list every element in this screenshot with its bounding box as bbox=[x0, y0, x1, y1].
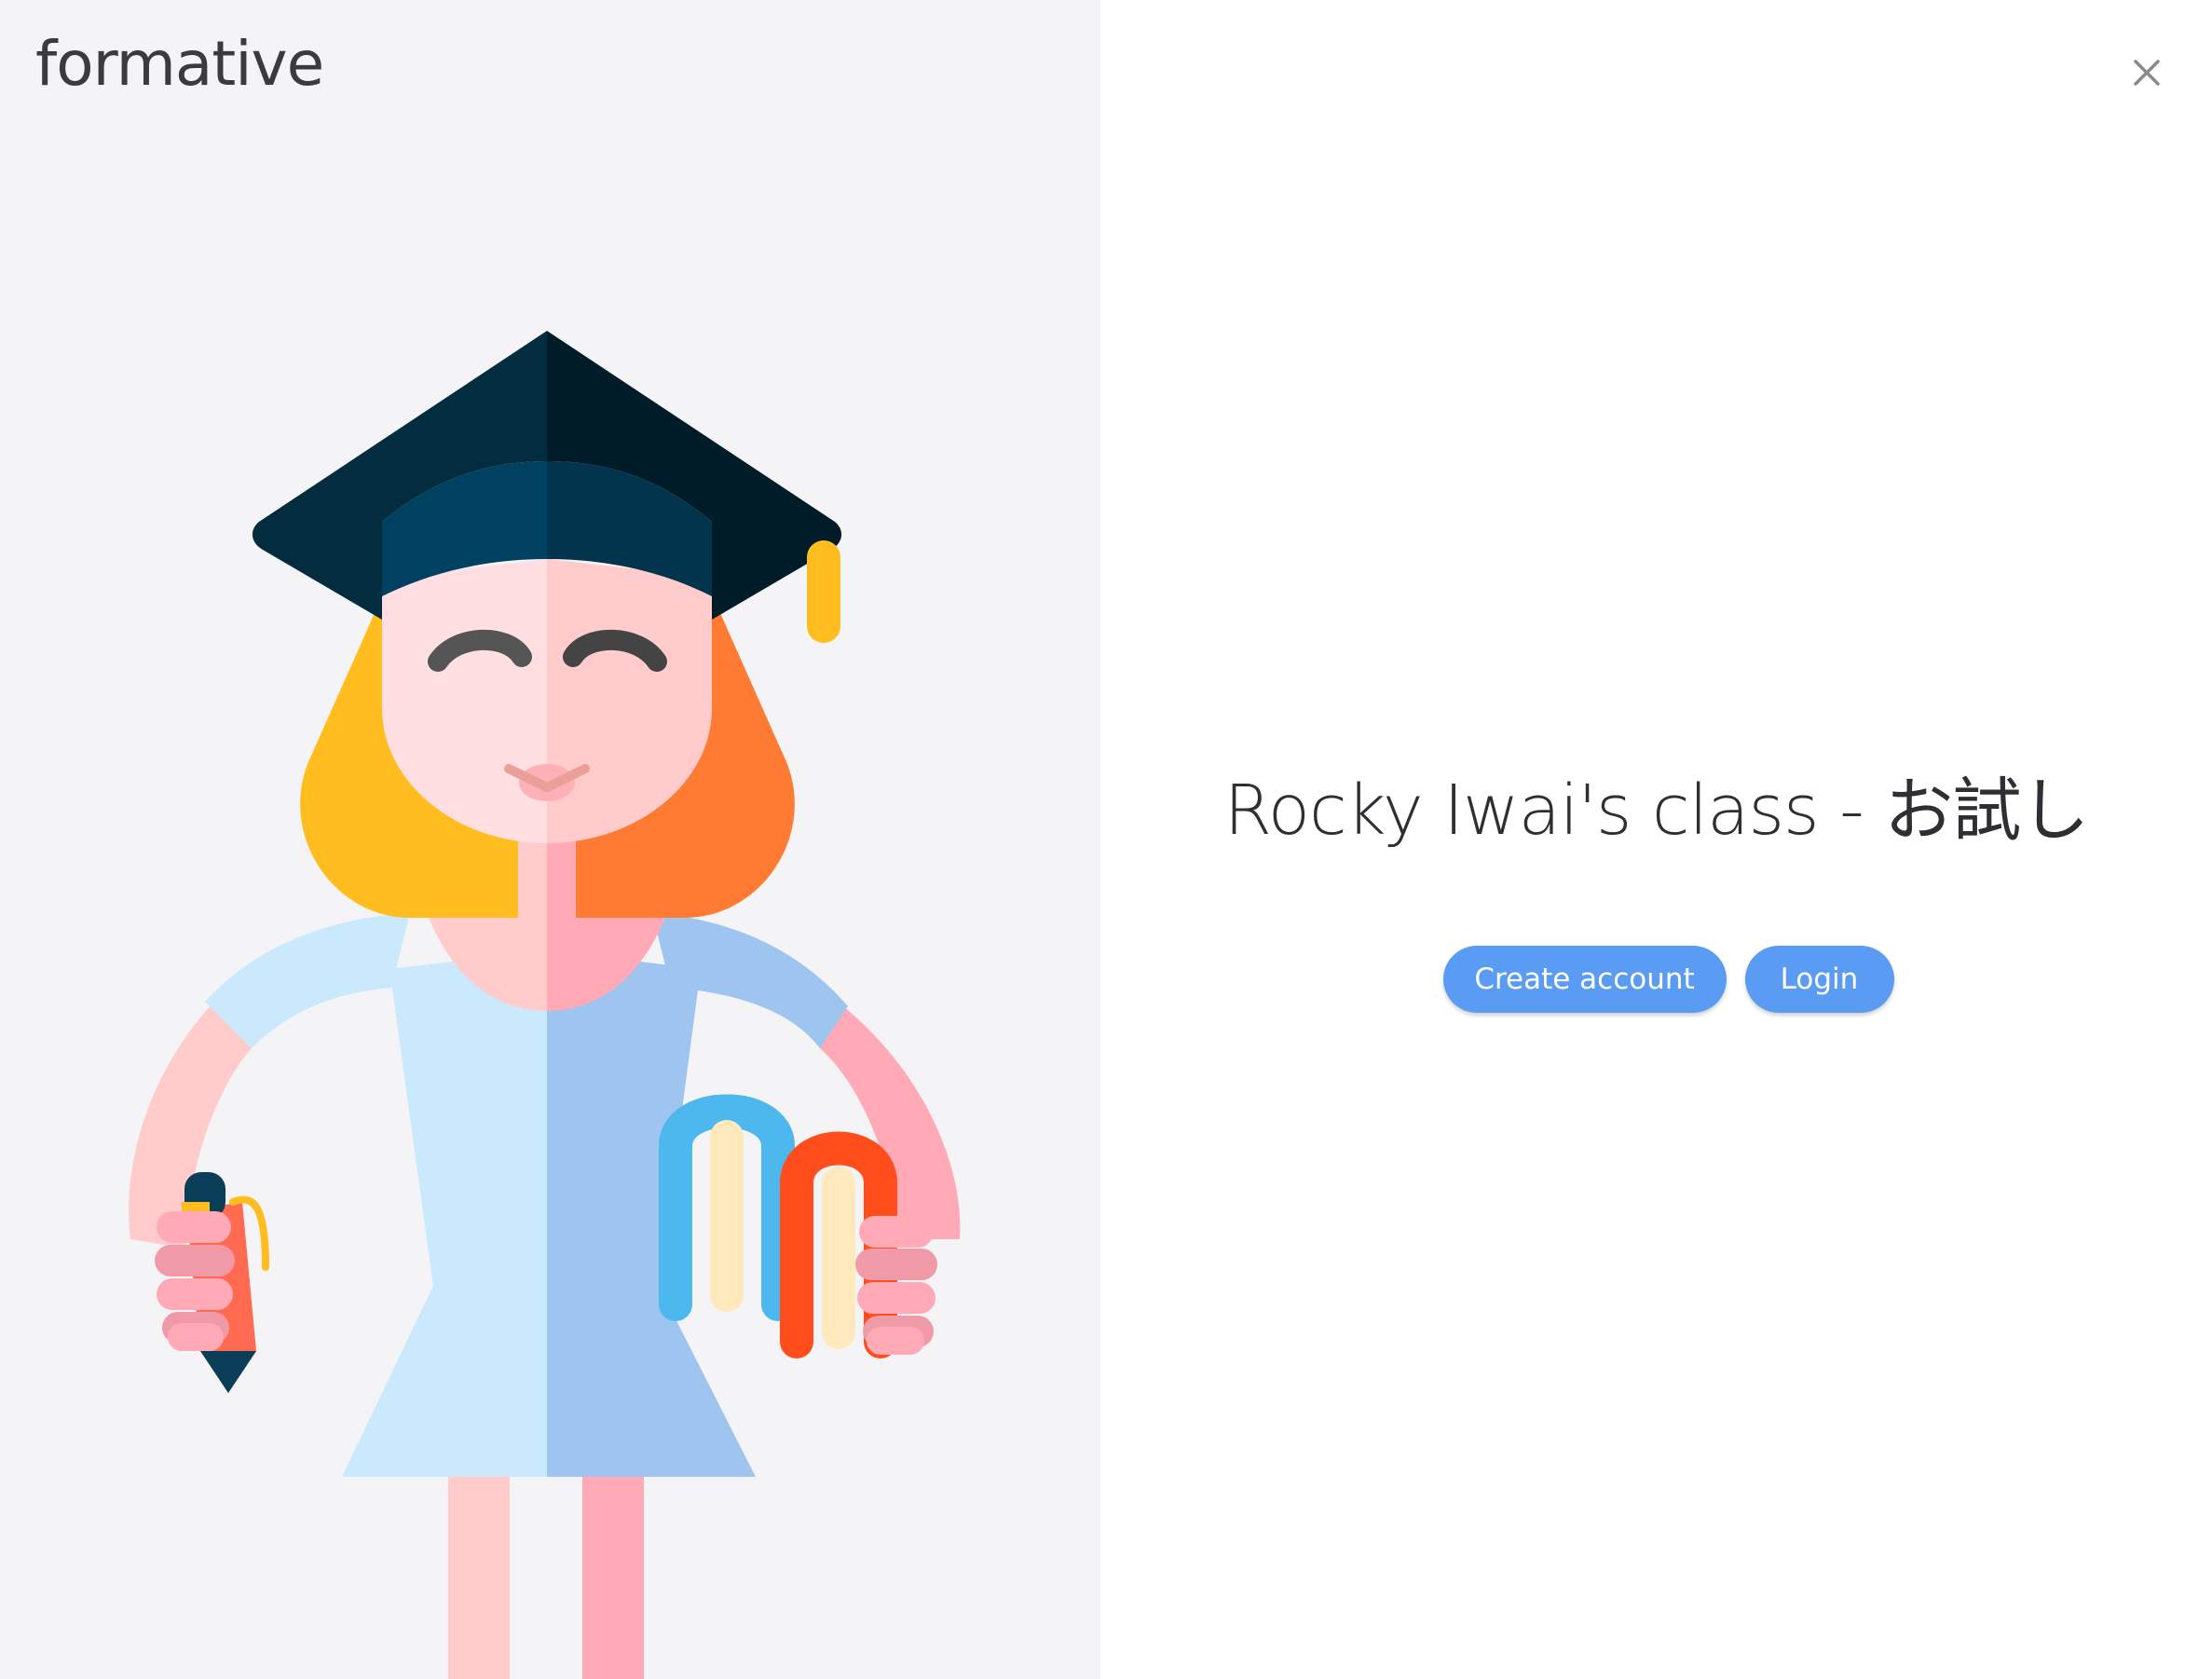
illustration-panel: formative bbox=[0, 0, 1100, 1679]
class-join-panel: Rocky Iwai's class - お試し Create account … bbox=[1100, 0, 2212, 1679]
login-button[interactable]: Login bbox=[1744, 946, 1894, 1013]
close-icon[interactable] bbox=[2128, 54, 2165, 91]
class-title: Rocky Iwai's class - お試し bbox=[1223, 771, 2090, 851]
page: formative Rocky Iwai's class - お試し Creat… bbox=[0, 0, 2212, 1679]
auth-buttons: Create account Login bbox=[1100, 946, 2212, 1013]
graduate-student-illustration bbox=[129, 331, 961, 1679]
create-account-button[interactable]: Create account bbox=[1442, 946, 1727, 1013]
